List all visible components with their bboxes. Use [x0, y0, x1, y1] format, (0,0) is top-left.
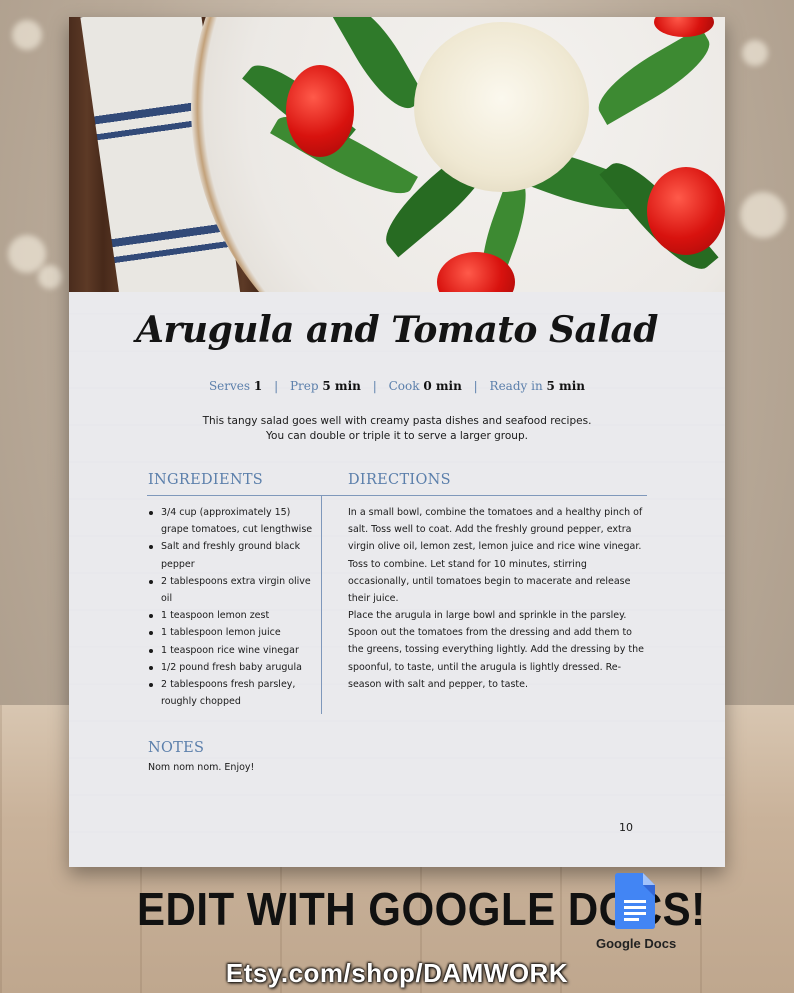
cook-label: Cook [388, 379, 420, 393]
intro-line: This tangy salad goes well with creamy p… [202, 415, 592, 427]
intro-line: You can double or triple it to serve a l… [266, 430, 528, 442]
recipe-title: Arugula and Tomato Salad [136, 309, 658, 351]
serves-label: Serves [208, 379, 251, 393]
list-item: 1 tablespoon lemon juice [147, 624, 315, 641]
separator: | [274, 379, 279, 393]
salad-photo [69, 17, 725, 292]
bokeh-light [8, 235, 46, 273]
bokeh-light [12, 20, 42, 50]
direction-step: Place the arugula in large bowl and spri… [348, 610, 644, 690]
ready-label: Ready in [489, 379, 543, 393]
bokeh-light [742, 40, 768, 66]
list-item: 2 tablespoons fresh parsley, roughly cho… [147, 676, 315, 710]
list-item: 1 teaspoon rice wine vinegar [147, 642, 315, 659]
list-item: 2 tablespoons extra virgin olive oil [147, 573, 315, 607]
page-number: 10 [619, 821, 633, 834]
directions-heading: DIRECTIONS [348, 472, 451, 488]
prep-label: Prep [289, 379, 319, 393]
recipe-intro: This tangy salad goes well with creamy p… [69, 414, 725, 444]
bokeh-light [740, 192, 786, 238]
cook-value: 0 min [423, 379, 462, 393]
notes-text: Nom nom nom. Enjoy! [148, 762, 255, 773]
list-item: 3/4 cup (approximately 15) grape tomatoe… [147, 504, 315, 538]
separator: | [473, 379, 478, 393]
separator: | [372, 379, 377, 393]
list-item: 1 teaspoon lemon zest [147, 607, 315, 624]
direction-step: In a small bowl, combine the tomatoes an… [348, 507, 643, 605]
ingredients-list: 3/4 cup (approximately 15) grape tomatoe… [147, 504, 315, 710]
serves-value: 1 [253, 379, 263, 393]
google-docs-icon [615, 873, 655, 929]
google-docs-label: Google Docs [596, 936, 677, 951]
ingredients-heading: INGREDIENTS [148, 472, 264, 488]
tomato [286, 65, 354, 157]
prep-value: 5 min [322, 379, 361, 393]
tomato [647, 167, 725, 255]
column-divider [321, 495, 322, 714]
shop-url-text: Etsy.com/shop/DAMWORK [225, 958, 569, 988]
recipe-meta: Serves 1 | Prep 5 min | Cook 0 min | Rea… [69, 379, 725, 393]
notes-heading: NOTES [148, 740, 205, 756]
list-item: Salt and freshly ground black pepper [147, 538, 315, 572]
section-divider [147, 495, 647, 496]
list-item: 1/2 pound fresh baby arugula [147, 659, 315, 676]
cheese-strands [414, 22, 589, 192]
recipe-page: Arugula and Tomato Salad Serves 1 | Prep… [69, 17, 725, 867]
ready-value: 5 min [546, 379, 586, 393]
bokeh-light [38, 265, 62, 289]
